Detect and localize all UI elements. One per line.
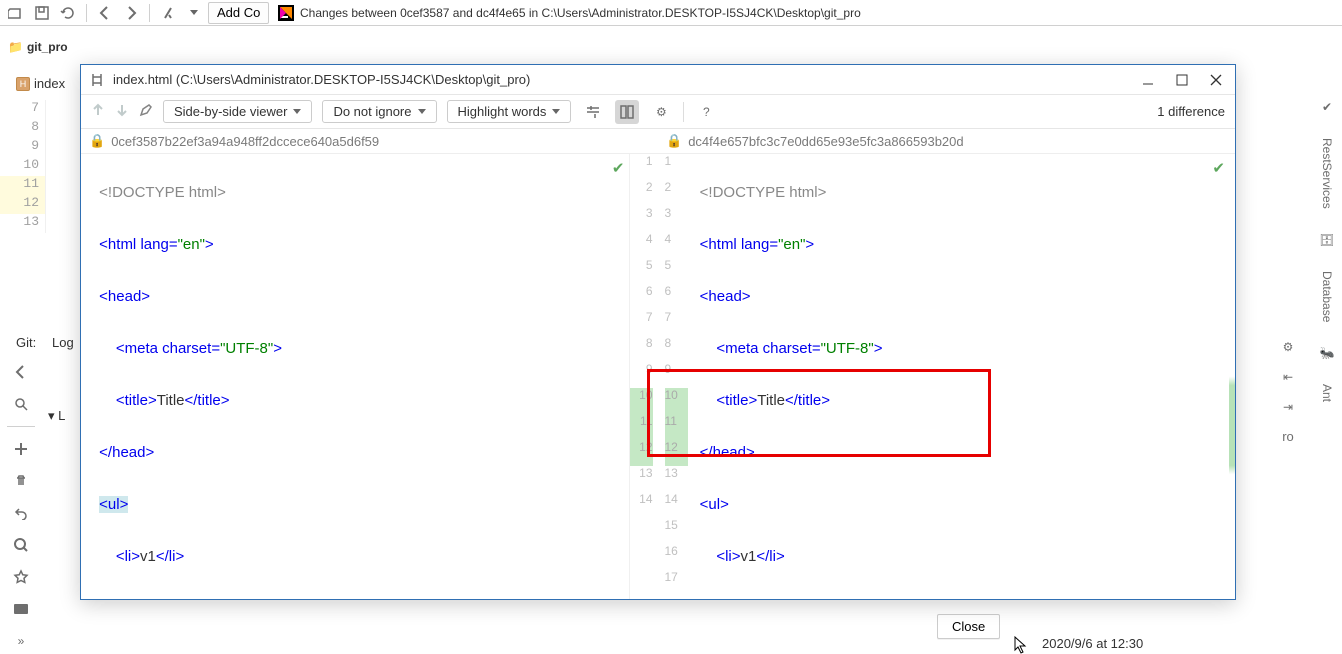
project-label: 📁 git_pro xyxy=(0,30,76,64)
cursor-icon xyxy=(1014,636,1028,654)
right-hash: dc4f4e657bfc3c7e0dd65e93e5fc3a866593b20d xyxy=(688,134,963,149)
html-file-icon: H xyxy=(16,77,30,91)
lock-icon: 🔒 xyxy=(666,133,682,149)
prev-diff-icon[interactable] xyxy=(91,103,105,120)
database-icon[interactable]: 🗄 xyxy=(1319,233,1334,247)
diff-icon xyxy=(87,70,107,90)
check-icon: ✔ xyxy=(1212,156,1225,182)
local-label: ▾ L xyxy=(48,408,65,424)
check-icon: ✔ xyxy=(612,156,625,182)
diff-left-pane[interactable]: <!DOCTYPE html> <html lang="en"> <head> … xyxy=(81,154,630,599)
star-icon[interactable] xyxy=(9,565,33,589)
background-tab: Changes between 0cef3587 and dc4f4e65 in… xyxy=(272,0,867,26)
ignore-dropdown[interactable]: Do not ignore xyxy=(322,100,436,123)
right-code[interactable]: <!DOCTYPE html> <html lang="en"> <head> … xyxy=(688,154,1230,599)
commit-hash-row: 🔒 0cef3587b22ef3a94a948ff2dccece640a5d6f… xyxy=(81,129,1235,154)
ant-tab[interactable]: Ant xyxy=(1320,384,1334,402)
left-code[interactable]: <!DOCTYPE html> <html lang="en"> <head> … xyxy=(87,154,629,599)
indent-right-icon[interactable]: ⇥ xyxy=(1276,395,1300,419)
background-tab-title: Changes between 0cef3587 and dc4f4e65 in… xyxy=(300,6,861,20)
forward-icon[interactable] xyxy=(119,2,143,24)
more-icon[interactable]: » xyxy=(9,629,33,653)
help-icon[interactable]: ? xyxy=(694,100,718,124)
refresh-icon[interactable] xyxy=(56,2,80,24)
collapse-icon[interactable] xyxy=(581,100,605,124)
search-icon[interactable] xyxy=(9,392,33,416)
right-tool-tabs: ✔ RestServices 🗄 Database 🐜 Ant xyxy=(1312,90,1342,402)
lock-icon: 🔒 xyxy=(89,133,105,149)
gear-icon[interactable]: ⚙ xyxy=(1276,335,1300,359)
diff-body: <!DOCTYPE html> <html lang="en"> <head> … xyxy=(81,154,1235,599)
ro-label: ro xyxy=(1282,429,1294,444)
delete-icon[interactable] xyxy=(9,469,33,493)
vcs-right-tools: ⚙ ⇤ ⇥ ro xyxy=(1276,335,1300,444)
highlight-dropdown[interactable]: Highlight words xyxy=(447,100,572,123)
minimize-button[interactable] xyxy=(1135,67,1161,93)
rest-services-tab[interactable]: RestServices xyxy=(1320,138,1334,209)
ant-icon[interactable]: 🐜 xyxy=(1320,346,1335,360)
edit-icon[interactable] xyxy=(139,103,153,120)
commit-dropdown-icon[interactable] xyxy=(182,2,206,24)
next-diff-icon[interactable] xyxy=(115,103,129,120)
commit-date: 2020/9/6 at 12:30 xyxy=(1042,636,1143,651)
git-log-tab[interactable]: Log xyxy=(52,335,74,350)
close-dialog-button[interactable] xyxy=(1203,67,1229,93)
rectangle-icon[interactable] xyxy=(9,597,33,621)
database-tab[interactable]: Database xyxy=(1320,271,1334,322)
check-icon[interactable]: ✔ xyxy=(1322,100,1332,114)
diff-right-pane[interactable]: <!DOCTYPE html> <html lang="en"> <head> … xyxy=(688,154,1236,599)
folder-icon: 📁 xyxy=(8,40,23,54)
left-hash: 0cef3587b22ef3a94a948ff2dccece640a5d6f59 xyxy=(111,134,379,149)
find-icon[interactable] xyxy=(9,533,33,557)
jetbrains-icon xyxy=(278,5,294,21)
back-icon[interactable] xyxy=(93,2,117,24)
close-button[interactable]: Close xyxy=(937,614,1000,639)
sync-scroll-icon[interactable] xyxy=(615,100,639,124)
settings-icon[interactable]: ⚙ xyxy=(649,100,673,124)
dialog-titlebar[interactable]: index.html (C:\Users\Administrator.DESKT… xyxy=(81,65,1235,95)
save-icon[interactable] xyxy=(30,2,54,24)
git-panel-label: Git: xyxy=(16,335,36,350)
add-commit-button[interactable]: Add Co xyxy=(208,2,269,24)
add-icon[interactable] xyxy=(9,437,33,461)
diff-count: 1 difference xyxy=(1157,104,1225,119)
open-icon[interactable] xyxy=(4,2,28,24)
viewer-mode-dropdown[interactable]: Side-by-side viewer xyxy=(163,100,312,123)
indent-left-icon[interactable]: ⇤ xyxy=(1276,365,1300,389)
chevron-left-icon[interactable] xyxy=(9,360,33,384)
maximize-button[interactable] xyxy=(1169,67,1195,93)
diff-toolbar: Side-by-side viewer Do not ignore Highli… xyxy=(81,95,1235,129)
dialog-title: index.html (C:\Users\Administrator.DESKT… xyxy=(113,72,1135,87)
editor-file-tab[interactable]: H index xyxy=(16,76,65,91)
diff-dialog: index.html (C:\Users\Administrator.DESKT… xyxy=(80,64,1236,600)
branch-icon[interactable] xyxy=(156,2,180,24)
revert-icon[interactable] xyxy=(9,501,33,525)
middle-gutter: 1234567891011121314 12345678910111213141… xyxy=(630,154,688,599)
editor-gutter: 7 8 9 10 11 12 13 xyxy=(0,100,46,233)
vcs-toolstrip: » xyxy=(0,360,42,653)
